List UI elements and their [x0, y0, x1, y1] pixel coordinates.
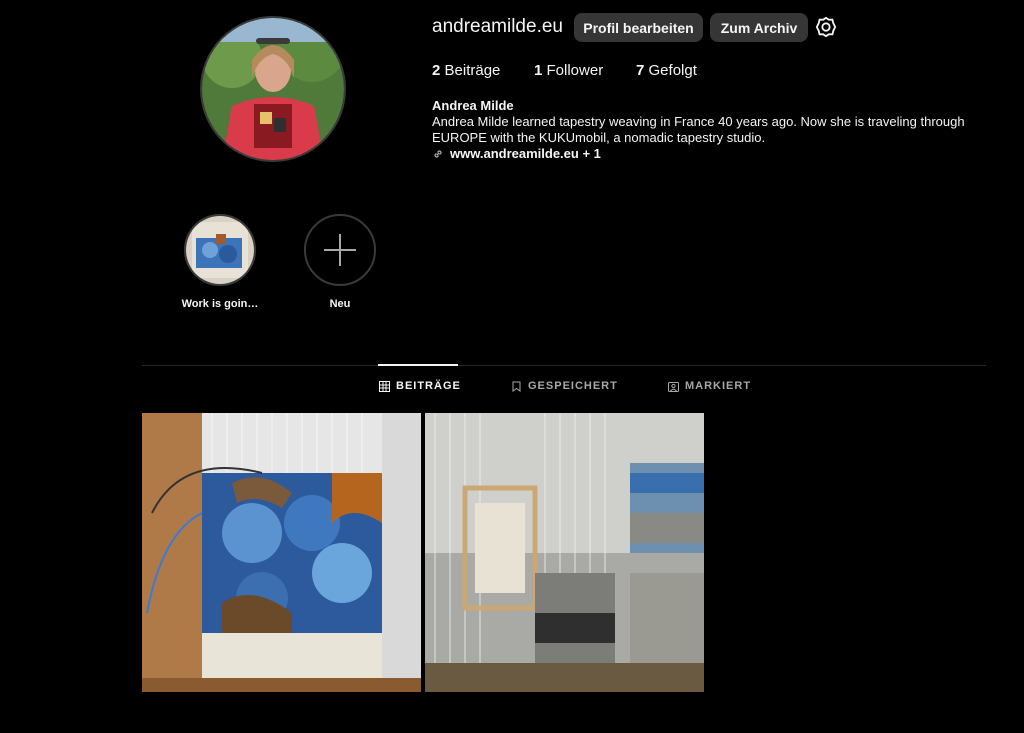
tab-label: MARKIERT: [685, 380, 752, 392]
link-text: www.andreamilde.eu + 1: [450, 146, 601, 161]
profile-username: andreamilde.eu: [432, 16, 563, 37]
tab-label: GESPEICHERT: [528, 380, 618, 392]
tab-saved[interactable]: GESPEICHERT: [511, 380, 618, 392]
settings-gear-icon[interactable]: [815, 16, 837, 38]
bio-line-2: EUROPE with the KUKUmobil, a nomadic tap…: [432, 130, 766, 145]
highlight-label: Neu: [329, 298, 351, 310]
stat-posts[interactable]: 2 Beiträge: [432, 62, 500, 79]
plus-icon: [324, 234, 356, 266]
tabs-divider: [142, 365, 986, 366]
highlight-label: Work is goin…: [181, 298, 259, 310]
grid-icon: [379, 380, 390, 392]
highlight-new[interactable]: Neu: [300, 214, 380, 310]
tagged-person-icon: [668, 381, 679, 392]
tapestry-photo-2: [425, 413, 704, 692]
edit-profile-button[interactable]: Profil bearbeiten: [574, 13, 703, 42]
profile-stats: 2 Beiträge: [432, 62, 500, 79]
bookmark-icon: [512, 381, 521, 392]
post-thumbnail-2[interactable]: [425, 413, 704, 692]
archive-button[interactable]: Zum Archiv: [710, 13, 808, 42]
new-highlight-circle: [304, 214, 376, 286]
link-icon: [434, 150, 442, 158]
profile-name: Andrea Milde: [432, 98, 514, 113]
tapestry-photo-1: [142, 413, 421, 692]
highlight-thumbnail: [184, 214, 256, 286]
tab-label: BEITRÄGE: [396, 380, 461, 392]
bio-line-1: Andrea Milde learned tapestry weaving in…: [432, 114, 965, 129]
tab-posts[interactable]: BEITRÄGE: [379, 380, 461, 392]
tab-tagged[interactable]: MARKIERT: [668, 380, 751, 392]
highlight-work[interactable]: Work is goin…: [180, 214, 260, 310]
active-tab-indicator: [378, 364, 458, 366]
profile-link[interactable]: www.andreamilde.eu + 1: [432, 146, 972, 162]
stat-following[interactable]: 7 Gefolgt: [636, 62, 697, 79]
profile-bio: Andrea Milde Andrea Milde learned tapest…: [432, 98, 972, 162]
profile-avatar[interactable]: [200, 16, 346, 162]
stat-followers[interactable]: 1 Follower: [534, 62, 603, 79]
post-thumbnail-1[interactable]: [142, 413, 421, 692]
